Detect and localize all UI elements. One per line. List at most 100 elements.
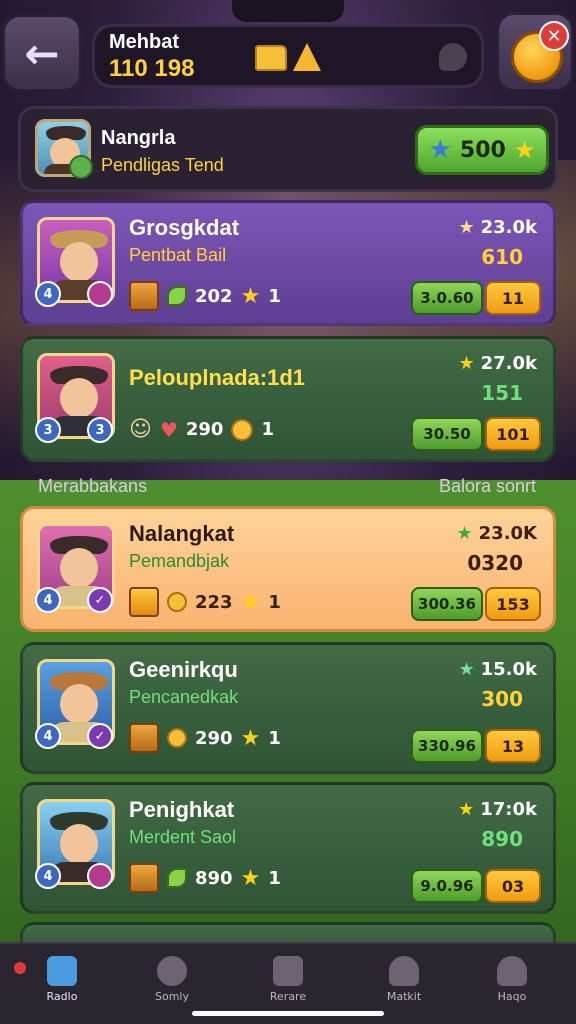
card-points: 151 bbox=[481, 381, 523, 405]
value-button[interactable]: 3.0.60 bbox=[411, 281, 483, 315]
nav-label: Rerare bbox=[269, 990, 307, 1003]
coin-icon bbox=[231, 418, 254, 441]
player-score: 500 bbox=[459, 137, 506, 163]
card-points: 300 bbox=[481, 687, 523, 711]
card-rating-value: 15.0k bbox=[480, 659, 537, 680]
value-button[interactable]: 330.96 bbox=[411, 729, 483, 763]
team-card[interactable]: 3 3 Pelouplnada:1d1 ★ 27.0k 151 ☺ ♥ 290 … bbox=[20, 336, 556, 462]
close-icon[interactable]: ✕ bbox=[539, 21, 569, 51]
person-icon bbox=[389, 956, 419, 986]
card-stats: 890 ★ 1 bbox=[129, 863, 281, 893]
title-pill: Mehbat 110 198 bbox=[92, 24, 484, 88]
leaf-icon bbox=[167, 286, 187, 306]
card-points: 610 bbox=[481, 245, 523, 269]
coin-icon bbox=[167, 592, 187, 612]
card-subtitle: Merdent Saol bbox=[129, 827, 237, 847]
rank-badge: ✓ bbox=[87, 723, 113, 749]
stat-value: 290 bbox=[185, 419, 224, 440]
triangle-icon[interactable] bbox=[293, 43, 321, 71]
player-score-button[interactable]: ★ 500 ★ bbox=[415, 125, 549, 175]
gold-star-icon: ★ bbox=[513, 136, 536, 164]
team-card[interactable]: 4 Penighkat Merdent Saol ★ 17:0k 890 890… bbox=[20, 782, 556, 914]
action-button[interactable]: 101 bbox=[485, 417, 541, 451]
coin-icon bbox=[167, 728, 187, 748]
action-button[interactable]: 03 bbox=[485, 869, 541, 903]
stat-value: 202 bbox=[195, 285, 233, 307]
stat-value: 890 bbox=[195, 867, 233, 889]
star-count: 1 bbox=[268, 727, 281, 749]
team-card[interactable]: 4 Grosgkdat Pentbat Bail ★ 23.0k 610 202… bbox=[20, 200, 556, 326]
card-title: Grosgkdat bbox=[129, 215, 240, 240]
star-icon: ★ bbox=[240, 725, 261, 751]
chest-icon bbox=[129, 587, 159, 617]
player-subtitle: Pendligas Tend bbox=[101, 155, 224, 175]
card-stats: ☺ ♥ 290 1 bbox=[129, 417, 274, 442]
level-badge: 4 bbox=[35, 863, 61, 889]
value-button[interactable]: 9.0.96 bbox=[411, 869, 483, 903]
section-label-right[interactable]: Balora sonrt bbox=[439, 476, 536, 497]
chest-icon bbox=[129, 281, 159, 311]
action-button[interactable]: 13 bbox=[485, 729, 541, 763]
section-label-left: Merabbakans bbox=[38, 476, 148, 496]
team-card[interactable]: 4 ✓ Geenirkqu Pencanedkak ★ 15.0k 300 29… bbox=[20, 642, 556, 774]
rank-badge bbox=[87, 863, 113, 889]
nav-item-somly[interactable]: Somly bbox=[132, 956, 212, 1003]
nav-item-home[interactable]: Radlo bbox=[22, 956, 102, 1003]
card-rating-value: 23.0K bbox=[478, 523, 537, 544]
action-button[interactable]: 11 bbox=[485, 281, 541, 315]
card-stats: 290 ★ 1 bbox=[129, 723, 281, 753]
star-icon: ★ bbox=[458, 353, 475, 374]
rank-badge: ✓ bbox=[87, 587, 113, 613]
card-rating: ★ 17:0k bbox=[458, 799, 537, 820]
card-stats: 223 ★ 1 bbox=[129, 587, 281, 617]
nav-item-matkit[interactable]: Matkit bbox=[364, 956, 444, 1003]
star-icon: ★ bbox=[240, 865, 261, 891]
folder-icon[interactable] bbox=[255, 45, 287, 71]
stat-value: 290 bbox=[195, 727, 233, 749]
chest-icon bbox=[129, 723, 159, 753]
card-rating-value: 17:0k bbox=[480, 799, 537, 820]
card-subtitle: Pemandbjak bbox=[129, 551, 230, 571]
level-badge: 4 bbox=[35, 723, 61, 749]
card-rating: ★ 27.0k bbox=[458, 353, 537, 374]
card-title: Geenirkqu bbox=[129, 657, 238, 682]
title-score: 110 198 bbox=[109, 55, 195, 82]
nav-item-haqo[interactable]: Haqo bbox=[472, 956, 552, 1003]
card-title: Nalangkat bbox=[129, 521, 235, 546]
building-icon bbox=[273, 956, 303, 986]
team-card-selected[interactable]: 4 ✓ Nalangkat Pemandbjak ★ 23.0K 0320 22… bbox=[20, 506, 556, 632]
level-badge: 3 bbox=[35, 417, 61, 443]
card-rating-value: 27.0k bbox=[480, 353, 537, 374]
card-rating: ★ 15.0k bbox=[458, 659, 537, 680]
handshake-icon: ☺ bbox=[129, 417, 152, 442]
nav-label: Radlo bbox=[46, 990, 78, 1003]
stat-value: 223 bbox=[195, 591, 233, 613]
game-controller-icon bbox=[157, 956, 187, 986]
nav-item-rerare[interactable]: Rerare bbox=[248, 956, 328, 1003]
star-icon: ★ bbox=[240, 283, 261, 309]
star-icon: ★ bbox=[458, 217, 475, 238]
back-arrow-icon: ← bbox=[24, 28, 60, 78]
location-pin-icon[interactable] bbox=[439, 43, 467, 71]
chest-icon bbox=[129, 863, 159, 893]
card-points: 890 bbox=[481, 827, 523, 851]
star-count: 1 bbox=[268, 591, 281, 613]
value-button[interactable]: 300.36 bbox=[411, 587, 483, 621]
title-name: Mehbat bbox=[109, 31, 179, 53]
value-button[interactable]: 30.50 bbox=[411, 417, 483, 451]
coin-button[interactable]: ✕ bbox=[496, 12, 574, 92]
card-subtitle: Pencanedkak bbox=[129, 687, 239, 707]
blue-star-icon: ★ bbox=[428, 135, 452, 165]
card-points: 0320 bbox=[467, 551, 523, 575]
action-button[interactable]: 153 bbox=[485, 587, 541, 621]
card-stats: 202 ★ 1 bbox=[129, 281, 281, 311]
card-rating: ★ 23.0k bbox=[458, 217, 537, 238]
nav-label: Matkit bbox=[386, 990, 422, 1003]
player-panel: Nangrla Pendligas Tend ★ 500 ★ bbox=[18, 106, 558, 192]
level-badge-icon bbox=[69, 155, 93, 179]
star-icon: ★ bbox=[458, 659, 475, 680]
card-title: Penighkat bbox=[129, 797, 235, 822]
player-name: Nangrla bbox=[101, 127, 176, 149]
card-subtitle: Pentbat Bail bbox=[129, 245, 227, 265]
back-button[interactable]: ← bbox=[2, 14, 82, 92]
